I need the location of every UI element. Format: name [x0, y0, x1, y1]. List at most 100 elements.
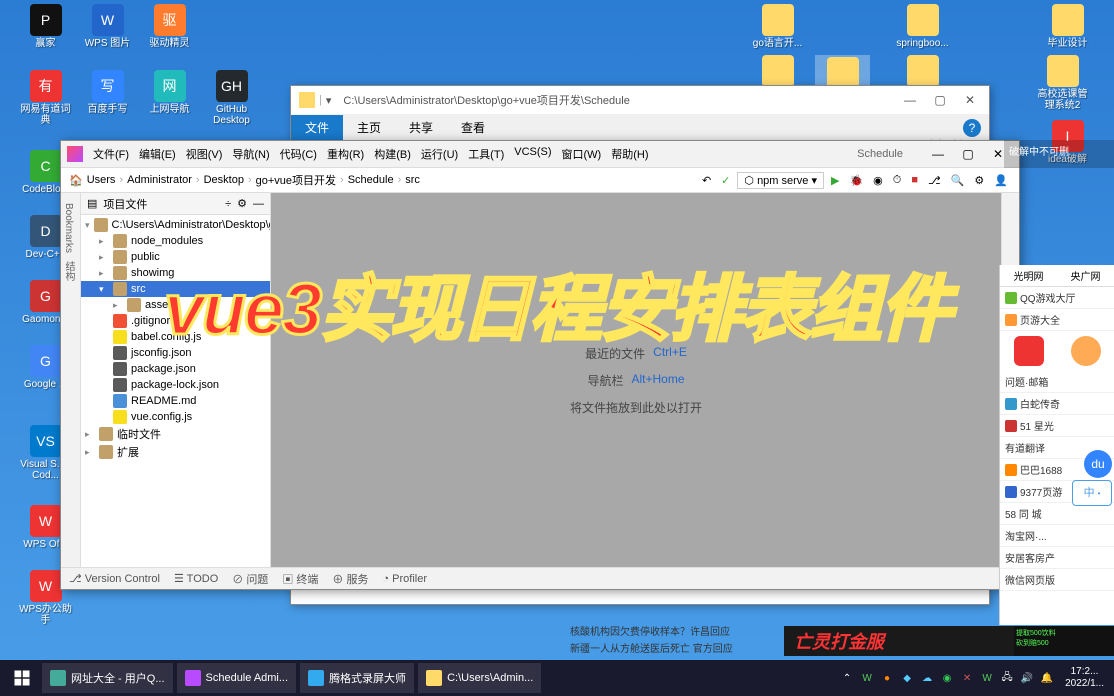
side-link[interactable]: 页游大全: [1000, 309, 1114, 331]
tray-icon[interactable]: ✕: [959, 670, 975, 686]
side-link[interactable]: 58 同 城: [1000, 503, 1114, 525]
ide-titlebar[interactable]: 文件(F) 编辑(E) 视图(V) 导航(N) 代码(C) 重构(R) 构建(B…: [61, 141, 1019, 167]
tree-scratches[interactable]: ▸临时文件: [81, 425, 270, 443]
address-bar[interactable]: C:\Users\Administrator\Desktop\go+vue项目开…: [343, 92, 895, 108]
hide-icon[interactable]: —: [253, 198, 264, 210]
menu-refactor[interactable]: 重构(R): [323, 144, 368, 164]
tray-icon[interactable]: ●: [879, 670, 895, 686]
tray-icon[interactable]: ☁: [919, 670, 935, 686]
baidu-float-icon[interactable]: du: [1084, 450, 1112, 478]
desktop-icon-wps-pic[interactable]: WWPS 图片: [80, 4, 135, 49]
taskbar-item[interactable]: 腾格式录屏大师: [300, 663, 414, 693]
desktop-icon-app[interactable]: P赢家: [18, 4, 73, 49]
search-icon[interactable]: 🔍: [948, 174, 968, 187]
folder-springboot[interactable]: springboo...: [895, 4, 950, 49]
help-icon[interactable]: ?: [963, 119, 981, 137]
side-tab[interactable]: 光明网: [1000, 265, 1057, 286]
side-link[interactable]: 安居客房产: [1000, 547, 1114, 569]
home-icon[interactable]: 🏠: [69, 174, 83, 187]
menu-file[interactable]: 文件(F): [89, 144, 133, 164]
collapse-icon[interactable]: ÷: [225, 198, 231, 210]
stop-icon[interactable]: ■: [908, 174, 921, 186]
tray-icon[interactable]: 🔔: [1039, 670, 1055, 686]
tab-view[interactable]: 查看: [447, 115, 499, 140]
tree-file[interactable]: package-lock.json: [81, 377, 270, 393]
tree-file[interactable]: package.json: [81, 361, 270, 377]
tool-todo[interactable]: ☰ TODO: [174, 572, 218, 585]
menu-navigate[interactable]: 导航(N): [228, 144, 273, 164]
settings-icon[interactable]: ⚙: [971, 174, 987, 187]
taskbar-clock[interactable]: 17:2... 2022/1...: [1059, 666, 1110, 690]
tray-icon[interactable]: ◉: [939, 670, 955, 686]
tab-file[interactable]: 文件: [291, 115, 343, 140]
explorer-titlebar[interactable]: | ▾ C:\Users\Administrator\Desktop\go+vu…: [291, 86, 989, 114]
crumb[interactable]: Schedule: [348, 174, 394, 186]
network-icon[interactable]: 🖧: [999, 670, 1015, 686]
project-header[interactable]: ▤项目文件 ÷ ⚙ —: [81, 193, 270, 215]
folder-graduation[interactable]: 毕业设计: [1040, 4, 1095, 49]
game-ad-banner[interactable]: 亡灵打金服: [784, 626, 1014, 656]
desktop-icon-driver[interactable]: 驱驱动精灵: [142, 4, 197, 49]
news-item[interactable]: 核酸机构因欠费停收样本？许昌回应: [570, 622, 780, 639]
desktop-icon-baidu-hand[interactable]: 写百度手写: [80, 70, 135, 115]
left-tool-strip[interactable]: Bookmarks 结构: [61, 193, 81, 567]
desktop-icon-youdao[interactable]: 有网易有道词典: [18, 70, 73, 126]
volume-icon[interactable]: 🔊: [1019, 670, 1035, 686]
folder-course-system[interactable]: 高校选课管理系统2: [1035, 55, 1090, 111]
git-icon[interactable]: ⎇: [925, 174, 944, 187]
start-button[interactable]: [4, 663, 40, 693]
tree-file[interactable]: vue.config.js: [81, 409, 270, 425]
crumb[interactable]: Desktop: [204, 174, 244, 186]
tool-profiler[interactable]: ◔ Profiler: [382, 573, 427, 585]
side-link[interactable]: 白蛇传奇: [1000, 393, 1114, 415]
tool-problems[interactable]: ⊘ 问题: [232, 571, 268, 587]
coverage-icon[interactable]: ◉: [870, 174, 886, 187]
avatar-icon[interactable]: 👤: [991, 174, 1011, 187]
side-link[interactable]: 淘宝网·...: [1000, 525, 1114, 547]
menu-help[interactable]: 帮助(H): [607, 144, 652, 164]
menu-run[interactable]: 运行(U): [417, 144, 462, 164]
tool-terminal[interactable]: ▣ 终端: [282, 571, 318, 587]
tree-folder[interactable]: ▸node_modules: [81, 233, 270, 249]
maximize-button[interactable]: ▢: [925, 88, 955, 112]
run-icon[interactable]: ▶: [828, 174, 842, 187]
desktop-icon-github[interactable]: GHGitHub Desktop: [204, 70, 259, 126]
tool-services[interactable]: ⊕ 服务: [332, 571, 368, 587]
news-item[interactable]: 新疆一人从方舱送医后死亡 官方回应: [570, 639, 780, 656]
crumb[interactable]: Users: [87, 174, 116, 186]
menu-code[interactable]: 代码(C): [276, 144, 321, 164]
ime-float[interactable]: 中 •: [1072, 480, 1112, 506]
profile-icon[interactable]: ⏱: [890, 174, 905, 187]
taskbar-item[interactable]: 网址大全 - 用户Q...: [42, 663, 173, 693]
taskbar-item[interactable]: C:\Users\Admin...: [418, 663, 541, 693]
tree-root[interactable]: ▾C:\Users\Administrator\Desktop\g: [81, 217, 270, 233]
menu-edit[interactable]: 编辑(E): [135, 144, 180, 164]
side-link[interactable]: 微信网页版: [1000, 569, 1114, 591]
tray-icon[interactable]: W: [859, 670, 875, 686]
run-config-dropdown[interactable]: ⬡ npm serve ▾: [737, 172, 824, 189]
ide-minimize[interactable]: —: [923, 142, 953, 166]
menu-view[interactable]: 视图(V): [182, 144, 227, 164]
taskbar-item[interactable]: Schedule Admi...: [177, 663, 297, 693]
menu-tools[interactable]: 工具(T): [464, 144, 508, 164]
tree-file[interactable]: README.md: [81, 393, 270, 409]
folder-go-lang[interactable]: go语言开...: [750, 4, 805, 49]
tray-up-icon[interactable]: ⌃: [839, 670, 855, 686]
game-icon[interactable]: [1071, 336, 1101, 366]
crumb[interactable]: Administrator: [127, 174, 192, 186]
debug-icon[interactable]: 🐞: [846, 174, 866, 187]
ide-maximize[interactable]: ▢: [953, 142, 983, 166]
tab-home[interactable]: 主页: [343, 115, 395, 140]
tray-icon[interactable]: ◆: [899, 670, 915, 686]
tab-share[interactable]: 共享: [395, 115, 447, 140]
crumb[interactable]: go+vue项目开发: [256, 172, 336, 188]
side-link[interactable]: QQ游戏大厅: [1000, 287, 1114, 309]
side-tab[interactable]: 央广网: [1057, 265, 1114, 286]
hammer-icon[interactable]: ✓: [718, 174, 733, 187]
side-link[interactable]: 51 星光: [1000, 415, 1114, 437]
game-icon[interactable]: [1014, 336, 1044, 366]
gear-icon[interactable]: ⚙: [237, 197, 247, 210]
tool-version-control[interactable]: ⎇ Version Control: [69, 572, 160, 585]
menu-window[interactable]: 窗口(W): [558, 144, 606, 164]
back-icon[interactable]: ↶: [699, 174, 714, 187]
